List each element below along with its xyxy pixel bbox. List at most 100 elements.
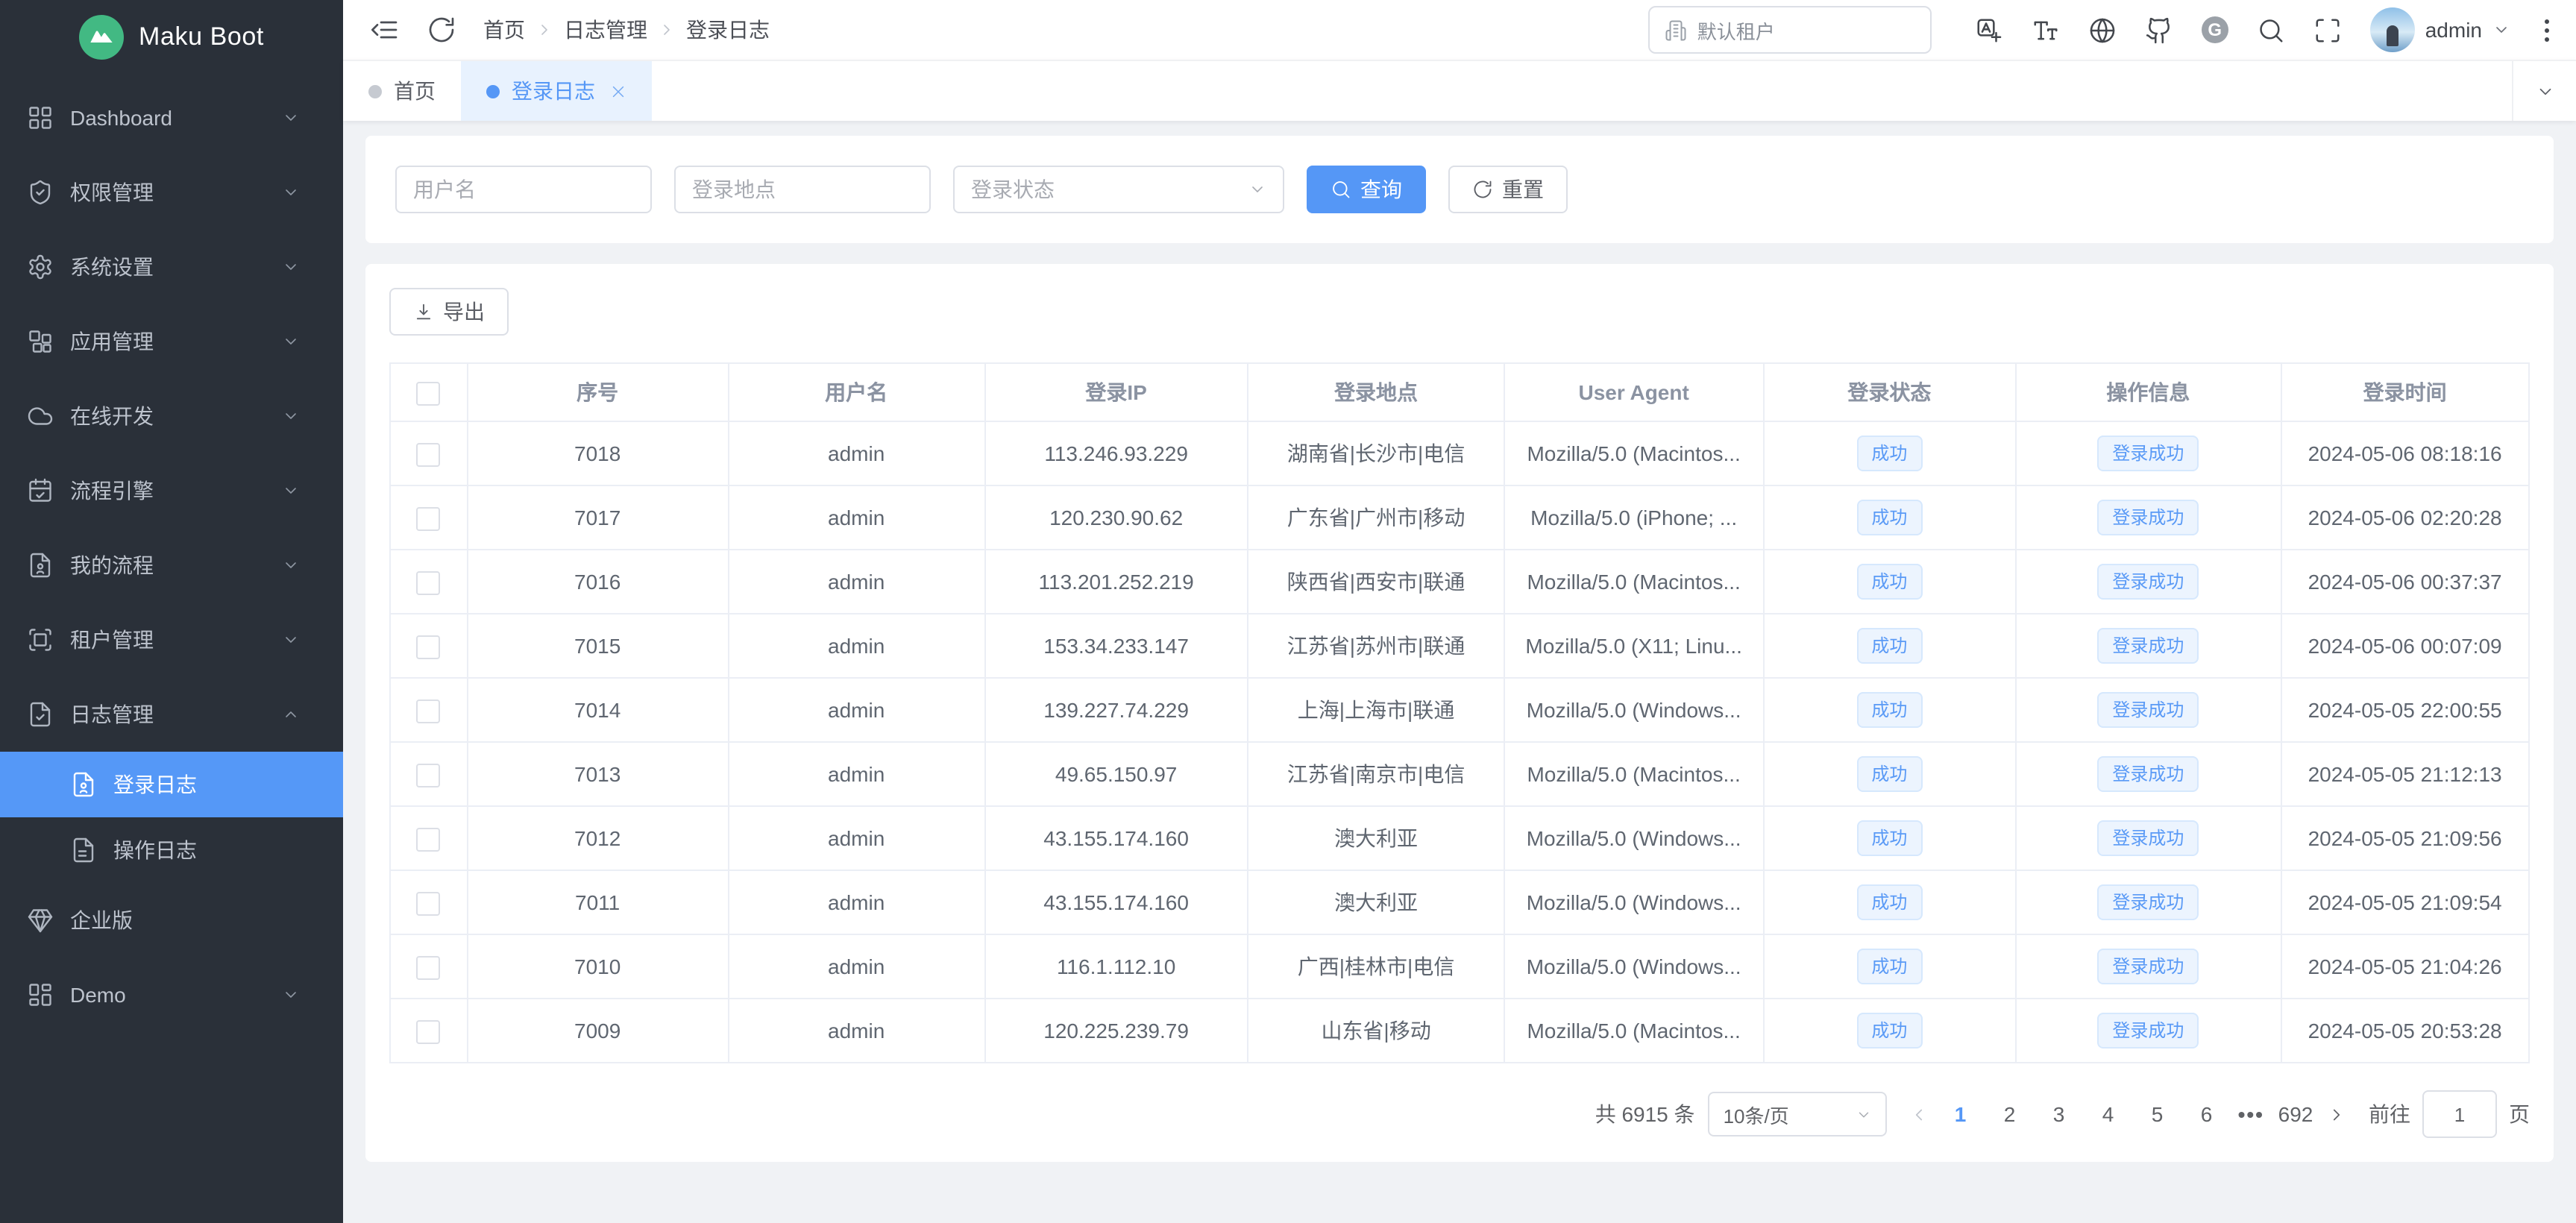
username-input[interactable] (395, 166, 652, 213)
cell-login-time: 2024-05-05 20:53:28 (2281, 999, 2529, 1063)
table-row: 7009admin120.225.239.79山东省|移动Mozilla/5.0… (390, 999, 2529, 1063)
row-checkbox[interactable] (417, 635, 441, 658)
table-row: 7011admin43.155.174.160澳大利亚Mozilla/5.0 (… (390, 870, 2529, 934)
cell-user-agent: Mozilla/5.0 (Macintos... (1504, 550, 1763, 614)
sidebar-item-enterprise[interactable]: 企业版 (0, 883, 343, 958)
tabs-dropdown-button[interactable] (2512, 61, 2576, 121)
refresh-icon[interactable] (427, 15, 456, 45)
filter-card: 登录状态 查询 重置 (365, 136, 2554, 243)
translate-icon[interactable] (1975, 16, 2003, 44)
sidebar-item-dashboard[interactable]: Dashboard (0, 81, 343, 155)
github-icon[interactable] (2145, 16, 2173, 44)
sidebar-item-application[interactable]: 应用管理 (0, 304, 343, 379)
page-number-4[interactable]: 4 (2090, 1102, 2126, 1126)
tab-home[interactable]: 首页 (343, 61, 461, 121)
sidebar-item-login-log[interactable]: 登录日志 (0, 752, 343, 817)
table-row: 7014admin139.227.74.229上海|上海市|联通Mozilla/… (390, 678, 2529, 742)
page-number-1[interactable]: 1 (1943, 1102, 1979, 1126)
breadcrumb-home[interactable]: 首页 (483, 15, 525, 45)
goto-page-input[interactable] (2422, 1090, 2497, 1138)
sidebar-item-my-flow[interactable]: 我的流程 (0, 528, 343, 603)
goto-page: 前往 页 (2369, 1090, 2530, 1138)
sidebar-item-label: 系统设置 (70, 252, 273, 282)
sidebar-item-demo[interactable]: Demo (0, 958, 343, 1032)
prev-page-icon[interactable] (1910, 1104, 1929, 1124)
sidebar-item-label: 流程引擎 (70, 476, 273, 506)
more-pages-icon[interactable]: ••• (2238, 1102, 2264, 1126)
reset-button[interactable]: 重置 (1448, 166, 1568, 213)
page-number-3[interactable]: 3 (2041, 1102, 2077, 1126)
chevron-down-icon (282, 333, 300, 350)
page-number-5[interactable]: 5 (2140, 1102, 2176, 1126)
page-size-select[interactable]: 10条/页 (1709, 1092, 1888, 1136)
user-menu[interactable]: admin (2370, 7, 2510, 52)
column-header: 用户名 (728, 363, 984, 421)
fullscreen-icon[interactable] (2313, 16, 2342, 44)
cell-ip: 49.65.150.97 (984, 742, 1248, 806)
content: 登录状态 查询 重置 (343, 121, 2576, 1223)
row-checkbox[interactable] (417, 442, 441, 466)
cell-location: 澳大利亚 (1248, 870, 1504, 934)
cell-seq: 7013 (467, 742, 728, 806)
gitee-icon[interactable]: G (2202, 16, 2228, 43)
search-icon[interactable] (2257, 16, 2285, 44)
table-card: 导出 序号用户名登录IP登录地点User Agent登录状态操作信息登录时间 7… (365, 264, 2554, 1162)
row-checkbox[interactable] (417, 570, 441, 594)
sidebar-item-flow-engine[interactable]: 流程引擎 (0, 453, 343, 528)
refresh-icon (1472, 179, 1493, 200)
next-page-icon[interactable] (2327, 1104, 2346, 1124)
sidebar-collapse-icon[interactable] (370, 15, 400, 45)
app-root: Maku Boot Dashboard权限管理系统设置应用管理在线开发流程引擎我… (0, 0, 2576, 1223)
row-checkbox[interactable] (417, 1019, 441, 1043)
row-checkbox[interactable] (417, 763, 441, 787)
pagination-total: 共 6915 条 (1595, 1099, 1695, 1129)
login-log-table: 序号用户名登录IP登录地点User Agent登录状态操作信息登录时间 7018… (389, 362, 2530, 1063)
cell-location: 广东省|广州市|移动 (1248, 485, 1504, 550)
sidebar-item-label: 登录日志 (113, 770, 316, 799)
page-number-6[interactable]: 6 (2189, 1102, 2225, 1126)
sidebar-item-online-dev[interactable]: 在线开发 (0, 379, 343, 453)
cell-ip: 139.227.74.229 (984, 678, 1248, 742)
cell-ip: 113.201.252.219 (984, 550, 1248, 614)
cell-username: admin (728, 614, 984, 678)
sidebar-item-tenant[interactable]: 租户管理 (0, 603, 343, 677)
tab-login-log[interactable]: 登录日志 (461, 61, 652, 121)
sidebar-item-log[interactable]: 日志管理 (0, 677, 343, 752)
page-number-2[interactable]: 2 (1992, 1102, 2028, 1126)
globe-icon[interactable] (2088, 16, 2117, 44)
sidebar-item-system-settings[interactable]: 系统设置 (0, 230, 343, 304)
cell-location: 陕西省|西安市|联通 (1248, 550, 1504, 614)
cell-seq: 7014 (467, 678, 728, 742)
header-checkbox[interactable] (417, 381, 441, 405)
chevron-down-icon (282, 482, 300, 500)
login-location-input[interactable] (674, 166, 931, 213)
sidebar-item-operation-log[interactable]: 操作日志 (0, 817, 343, 883)
status-badge: 成功 (1856, 692, 1922, 728)
row-checkbox[interactable] (417, 506, 441, 530)
row-checkbox[interactable] (417, 891, 441, 915)
user-name: admin (2425, 18, 2482, 42)
row-checkbox[interactable] (417, 827, 441, 851)
gem-icon (27, 907, 54, 934)
row-checkbox[interactable] (417, 955, 441, 979)
close-icon[interactable] (610, 83, 626, 99)
export-button[interactable]: 导出 (389, 288, 509, 336)
breadcrumb-log-management[interactable]: 日志管理 (564, 15, 647, 45)
page-number-692[interactable]: 692 (2278, 1102, 2313, 1126)
font-size-icon[interactable] (2032, 16, 2060, 44)
tenant-select[interactable]: 默认租户 (1648, 6, 1932, 54)
sidebar-item-permission[interactable]: 权限管理 (0, 155, 343, 230)
chevron-down-icon (2535, 81, 2554, 101)
login-status-select[interactable]: 登录状态 (953, 166, 1284, 213)
search-button[interactable]: 查询 (1307, 166, 1426, 213)
table-row: 7018admin113.246.93.229湖南省|长沙市|电信Mozilla… (390, 421, 2529, 485)
chevron-down-icon (2492, 21, 2510, 39)
pagination: 共 6915 条 10条/页 123456 ••• 692 前往 页 (389, 1090, 2530, 1138)
status-badge: 成功 (1856, 820, 1922, 856)
cell-user-agent: Mozilla/5.0 (Macintos... (1504, 742, 1763, 806)
more-options-icon[interactable] (2539, 16, 2555, 44)
row-checkbox[interactable] (417, 699, 441, 723)
cell-seq: 7009 (467, 999, 728, 1063)
tab-dot-icon (486, 84, 500, 98)
chevron-down-icon (282, 258, 300, 276)
